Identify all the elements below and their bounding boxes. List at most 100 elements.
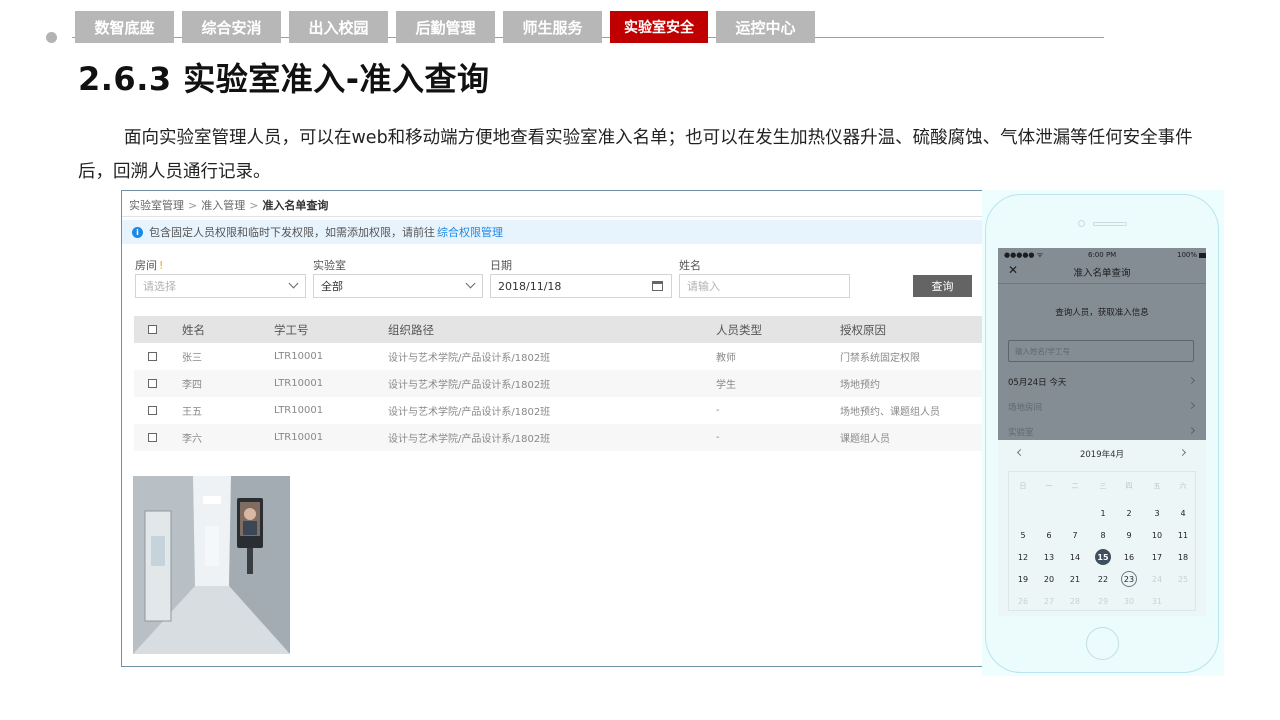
calendar-day[interactable]: 4 <box>1173 505 1193 521</box>
calendar-day[interactable]: 29 <box>1093 593 1113 609</box>
breadcrumb-item[interactable]: 准入管理 <box>201 199 245 212</box>
calendar-day[interactable]: 8 <box>1093 527 1113 543</box>
room-select-placeholder: 请选择 <box>143 280 176 293</box>
calendar-month: 2019年4月 <box>1079 450 1125 460</box>
nav-tab-campus-access[interactable]: 出入校园 <box>289 11 388 43</box>
calendar-day[interactable]: 20 <box>1039 571 1059 587</box>
calendar-weekday: 五 <box>1153 482 1161 490</box>
breadcrumb: 实验室管理 > 准入管理 > 准入名单查询 <box>129 197 328 213</box>
column-header-org[interactable]: 组织路径 <box>388 316 434 343</box>
calendar-day[interactable]: 6 <box>1039 527 1059 543</box>
cell-name: 李六 <box>182 434 202 445</box>
notice-text: 包含固定人员权限和临时下发权限，如需添加权限，请前往 <box>149 226 435 239</box>
calendar-day[interactable]: 7 <box>1065 527 1085 543</box>
table-row[interactable]: 李四 LTR10001 设计与艺术学院/产品设计系/1802班 学生 场地预约 <box>134 370 994 397</box>
cell-type: 教师 <box>716 353 736 364</box>
row-checkbox[interactable] <box>148 370 157 397</box>
permission-link[interactable]: 综合权限管理 <box>437 224 503 240</box>
calendar-day[interactable]: 3 <box>1147 505 1167 521</box>
column-header-reason[interactable]: 授权原因 <box>840 316 886 343</box>
cell-name: 李四 <box>182 380 202 391</box>
breadcrumb-separator: > <box>249 199 259 212</box>
column-header-id[interactable]: 学工号 <box>274 316 309 343</box>
calendar-day[interactable]: 17 <box>1147 549 1167 565</box>
mobile-lab-label: 实验室 <box>1008 428 1034 438</box>
calendar-day[interactable]: 16 <box>1119 549 1139 565</box>
calendar-day[interactable]: 22 <box>1093 571 1113 587</box>
search-panel: ●●●●● ᯤ 6:00 PM 100% ✕ 准入名单查询 查询人员，获取准入信… <box>998 248 1206 440</box>
mobile-date-row[interactable]: 05月24日 今天 <box>1008 370 1196 394</box>
calendar-day-selected[interactable]: 23 <box>1121 571 1137 587</box>
query-button[interactable]: 查询 <box>913 275 972 297</box>
table-row[interactable]: 李六 LTR10001 设计与艺术学院/产品设计系/1802班 - 课题组人员 <box>134 424 994 451</box>
calendar-day[interactable]: 9 <box>1119 527 1139 543</box>
calendar-day[interactable]: 18 <box>1173 549 1193 565</box>
room-select[interactable]: 请选择 <box>135 274 306 298</box>
cell-id: LTR10001 <box>274 405 324 416</box>
cell-org: 设计与艺术学院/产品设计系/1802班 <box>388 407 551 418</box>
row-checkbox[interactable] <box>148 424 157 451</box>
signal-icon: ●●●●● ᯤ <box>1004 251 1044 259</box>
calendar-day[interactable]: 26 <box>1013 593 1033 609</box>
nav-tab-data-foundation[interactable]: 数智底座 <box>75 11 174 43</box>
cell-name: 王五 <box>182 407 202 418</box>
date-filter-label: 日期 <box>490 259 512 272</box>
mobile-lab-row[interactable]: 实验室 <box>1008 420 1196 444</box>
calendar-weekday: 四 <box>1125 482 1133 490</box>
calendar-day[interactable]: 13 <box>1039 549 1059 565</box>
calendar-day[interactable]: 10 <box>1147 527 1167 543</box>
nav-tab-security[interactable]: 综合安消 <box>182 11 281 43</box>
nav-tab-service[interactable]: 师生服务 <box>503 11 602 43</box>
calendar-day[interactable]: 25 <box>1173 571 1193 587</box>
calendar-weekday: 日 <box>1019 482 1027 490</box>
calendar-day[interactable]: 1 <box>1093 505 1113 521</box>
calendar-day[interactable]: 27 <box>1039 593 1059 609</box>
cell-id: LTR10001 <box>274 432 324 443</box>
breadcrumb-item[interactable]: 实验室管理 <box>129 199 184 212</box>
select-all-checkbox[interactable] <box>148 316 157 343</box>
calendar-day[interactable]: 14 <box>1065 549 1085 565</box>
nav-tab-logistics[interactable]: 后勤管理 <box>396 11 495 43</box>
column-header-type[interactable]: 人员类型 <box>716 316 762 343</box>
table-row[interactable]: 王五 LTR10001 设计与艺术学院/产品设计系/1802班 - 场地预约、课… <box>134 397 994 424</box>
breadcrumb-separator: > <box>188 199 198 212</box>
table-row[interactable]: 张三 LTR10001 设计与艺术学院/产品设计系/1802班 教师 门禁系统固… <box>134 343 994 370</box>
calendar-day[interactable]: 2 <box>1119 505 1139 521</box>
row-checkbox[interactable] <box>148 343 157 370</box>
access-table: 姓名 学工号 组织路径 人员类型 授权原因 张三 LTR10001 设计与艺术学… <box>134 316 994 451</box>
calendar-day-today[interactable]: 15 <box>1095 549 1111 565</box>
name-input[interactable]: 请输入 <box>679 274 850 298</box>
calendar-icon <box>652 281 663 291</box>
calendar-day[interactable]: 28 <box>1065 593 1085 609</box>
calendar-day[interactable]: 11 <box>1173 527 1193 543</box>
column-header-name[interactable]: 姓名 <box>182 316 205 343</box>
mobile-date-value: 05月24日 今天 <box>1008 378 1067 388</box>
mobile-search-input[interactable]: 输入姓名/学工号 <box>1008 340 1194 362</box>
nav-tab-ops-center[interactable]: 运控中心 <box>716 11 815 43</box>
breadcrumb-current: 准入名单查询 <box>262 199 329 212</box>
lab-select[interactable]: 全部 <box>313 274 483 298</box>
info-icon: i <box>132 226 143 238</box>
cell-org: 设计与艺术学院/产品设计系/1802班 <box>388 434 551 445</box>
nav-tab-lab-safety[interactable]: 实验室安全 <box>610 11 708 43</box>
mobile-room-row[interactable]: 场地房间 <box>1008 395 1196 419</box>
calendar-day[interactable]: 30 <box>1119 593 1139 609</box>
battery-icon <box>1199 252 1206 258</box>
calendar-day[interactable]: 21 <box>1065 571 1085 587</box>
mobile-header-divider <box>998 283 1206 284</box>
calendar-day[interactable]: 12 <box>1013 549 1033 565</box>
calendar-weekday: 三 <box>1099 482 1107 490</box>
calendar-day[interactable]: 5 <box>1013 527 1033 543</box>
cell-type: - <box>716 432 720 443</box>
calendar-day[interactable]: 24 <box>1147 571 1167 587</box>
page-description: 面向实验室管理人员，可以在web和移动端方便地查看实验室准入名单；也可以在发生加… <box>78 128 1193 182</box>
chevron-down-icon <box>465 278 476 289</box>
home-button[interactable] <box>1086 627 1119 660</box>
chevron-down-icon <box>288 278 299 289</box>
speaker-icon <box>1093 222 1127 226</box>
calendar-day[interactable]: 31 <box>1147 593 1167 609</box>
chevron-right-icon <box>1187 426 1196 435</box>
row-checkbox[interactable] <box>148 397 157 424</box>
date-picker[interactable]: 2018/11/18 <box>490 274 672 298</box>
calendar-day[interactable]: 19 <box>1013 571 1033 587</box>
